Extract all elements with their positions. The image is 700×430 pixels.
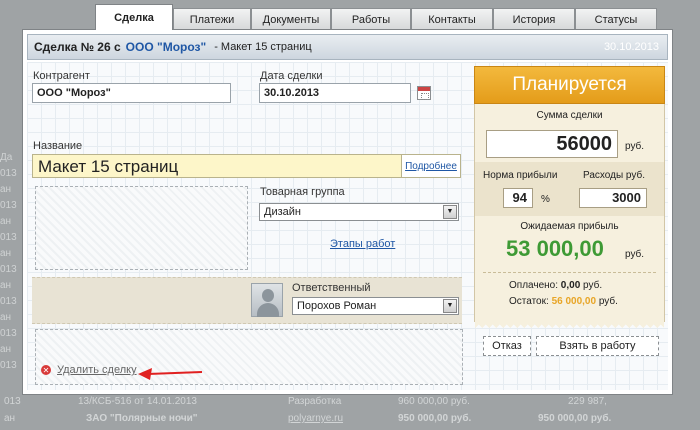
remaining-value: 56 000,00 [551, 296, 597, 307]
expected-profit-value: 53 000,00 [506, 236, 604, 261]
tab-payments[interactable]: Платежи [173, 8, 251, 30]
panel-zigzag-edge [475, 321, 664, 328]
remaining-currency: руб. [598, 296, 618, 307]
date-label: Дата сделки [260, 70, 323, 82]
notes-area[interactable] [35, 329, 463, 385]
deal-name-field[interactable]: Макет 15 страниц [32, 154, 402, 178]
responsible-label: Ответственный [292, 282, 371, 294]
counterparty-field[interactable]: ООО "Мороз" [32, 83, 231, 103]
background-table-rows: 013 13/КСБ-516 от 14.01.2013 Разработка … [4, 396, 612, 424]
tab-documents[interactable]: Документы [251, 8, 331, 30]
more-details-link[interactable]: Подробнее [402, 154, 461, 178]
responsible-section: Ответственный Порохов Роман ▼ [32, 277, 462, 324]
deal-header: Сделка № 26 с ООО "Мороз" - Макет 15 стр… [27, 34, 668, 60]
paid-value: 0,00 [560, 280, 581, 291]
date-field[interactable]: 30.10.2013 [259, 83, 411, 103]
calendar-icon[interactable] [417, 86, 431, 100]
tab-works[interactable]: Работы [331, 8, 411, 30]
tab-history[interactable]: История [493, 8, 575, 30]
chevron-down-icon[interactable]: ▼ [443, 299, 457, 313]
margin-field[interactable]: 94 [503, 188, 533, 208]
sum-label: Сумма сделки [536, 110, 603, 121]
deal-client-link[interactable]: ООО "Мороз" [126, 40, 207, 54]
margin-label: Норма прибыли [483, 170, 558, 181]
delete-icon[interactable]: ✕ [41, 365, 51, 375]
tab-contacts[interactable]: Контакты [411, 8, 493, 30]
tab-deal[interactable]: Сделка [95, 4, 173, 30]
paid-row: Оплачено: 0,00 руб. [509, 280, 602, 291]
profit-currency: руб. [625, 249, 645, 260]
name-label: Название [33, 140, 83, 152]
finance-summary: Сумма сделки 56000 руб. Норма прибыли Ра… [474, 104, 665, 328]
counterparty-label: Контрагент [33, 70, 90, 82]
responsible-select[interactable]: Порохов Роман ▼ [292, 297, 459, 315]
deal-title: Сделка № 26 с [34, 40, 121, 54]
expenses-field[interactable]: 3000 [579, 188, 647, 208]
deal-status-panel: Планируется Сумма сделки 56000 руб. Норм… [474, 66, 665, 328]
work-stages-link[interactable]: Этапы работ [330, 238, 395, 250]
product-group-select[interactable]: Дизайн ▼ [259, 203, 459, 221]
responsible-value: Порохов Роман [297, 300, 377, 312]
sum-field[interactable]: 56000 [486, 130, 618, 158]
delete-deal-link[interactable]: Удалить сделку [57, 364, 137, 376]
expenses-label: Расходы руб. [583, 170, 645, 181]
annotation-arrow-icon [138, 368, 203, 380]
remaining-row: Остаток: 56 000,00 руб. [509, 296, 618, 307]
image-drop-area[interactable] [35, 186, 248, 270]
status-badge: Планируется [474, 66, 665, 104]
percent-sign: % [541, 194, 550, 205]
product-group-value: Дизайн [264, 206, 301, 218]
tab-statuses[interactable]: Статусы [575, 8, 657, 30]
paid-currency: руб. [583, 280, 603, 291]
take-to-work-button[interactable]: Взять в работу [536, 336, 659, 356]
expected-profit-label: Ожидаемая прибыль [520, 221, 619, 232]
panel-divider [483, 272, 656, 273]
chevron-down-icon[interactable]: ▼ [443, 205, 457, 219]
avatar [251, 283, 283, 317]
delete-deal[interactable]: ✕ Удалить сделку [41, 364, 137, 376]
sum-currency: руб. [625, 141, 645, 152]
deal-subtitle: - Макет 15 страниц [214, 41, 312, 53]
refuse-button[interactable]: Отказ [483, 336, 531, 356]
deal-tabs: Сделка Платежи Документы Работы Контакты… [95, 4, 657, 30]
paid-label: Оплачено: [509, 280, 559, 291]
background-row-labels: Да 013 ан 013 ан 013 ан 013 ан 013 ан 01… [0, 152, 17, 371]
remaining-label: Остаток: [509, 296, 549, 307]
header-date: 30.10.2013 [603, 41, 659, 53]
product-group-label: Товарная группа [260, 186, 345, 198]
